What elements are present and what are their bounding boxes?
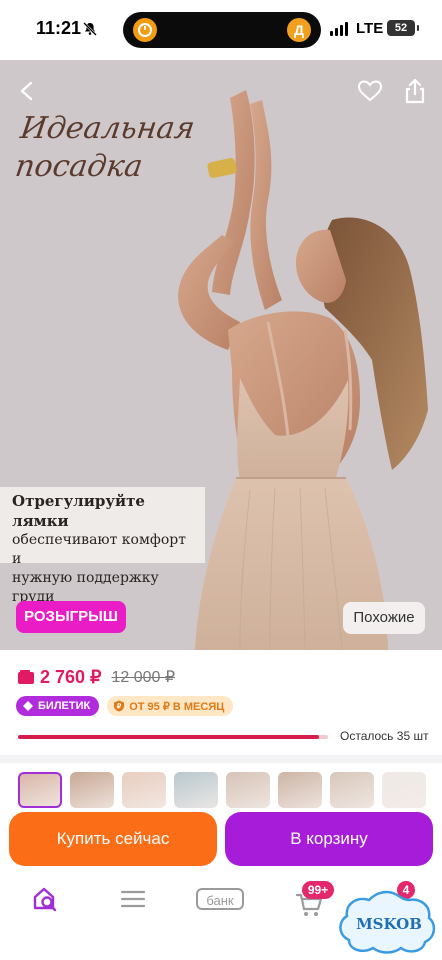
- variant-thumbnail[interactable]: [18, 772, 62, 808]
- ticket-badge[interactable]: БИЛЕТИК: [16, 696, 100, 716]
- nav-home-search[interactable]: [30, 884, 70, 924]
- add-to-cart-button[interactable]: В корзину: [225, 812, 433, 866]
- promo-badges: БИЛЕТИК ₽ ОТ 95 ₽ В МЕСЯЦ: [16, 696, 234, 716]
- variant-thumbnail[interactable]: [70, 772, 114, 808]
- price-row: 2 760 ₽ 12 000 ₽: [18, 666, 175, 688]
- battery-indicator: 52: [387, 20, 419, 36]
- ticket-icon: [23, 701, 33, 711]
- headline-line-2: посадка: [12, 149, 145, 184]
- stock-remaining: Осталось 35 шт: [340, 729, 429, 743]
- muted-bell-icon: [83, 22, 97, 36]
- feature-caption: Отрегулируйте лямки обеспечивают комфорт…: [0, 487, 205, 605]
- variant-thumbnails: [18, 772, 442, 808]
- share-button[interactable]: [400, 76, 430, 106]
- heart-icon: [357, 80, 383, 102]
- section-divider: [0, 755, 442, 763]
- feature-caption-title: Отрегулируйте лямки: [12, 492, 145, 530]
- signal-icon: [330, 22, 348, 36]
- wallet-icon: [18, 670, 34, 684]
- svg-text:₽: ₽: [117, 703, 122, 711]
- buy-now-button[interactable]: Купить сейчас: [9, 812, 217, 866]
- network-type: LTE: [356, 20, 384, 37]
- home-search-icon: [33, 887, 57, 912]
- hero-headline: Идеальная посадка: [13, 110, 197, 186]
- status-time: 11:21: [36, 18, 82, 38]
- dynamic-island: Д: [123, 12, 321, 48]
- variant-thumbnail[interactable]: [174, 772, 218, 808]
- variant-thumbnail[interactable]: [226, 772, 270, 808]
- feature-caption-line-1: обеспечивают комфорт и: [12, 532, 186, 567]
- headline-line-1: Идеальная: [18, 111, 197, 146]
- variant-thumbnail[interactable]: [278, 772, 322, 808]
- timer-icon: [133, 18, 157, 42]
- stock-progress-bar: [18, 735, 328, 739]
- stock-progress-fill: [18, 735, 319, 739]
- status-bar: 11:21 Д LTE 52: [0, 0, 442, 60]
- variant-thumbnail[interactable]: [122, 772, 166, 808]
- raffle-button[interactable]: РОЗЫГРЫШ: [16, 601, 126, 633]
- back-button[interactable]: [12, 76, 42, 106]
- variant-thumbnail[interactable]: [330, 772, 374, 808]
- watermark-text: MSKOB: [356, 915, 422, 933]
- ticket-badge-label: БИЛЕТИК: [38, 700, 91, 712]
- share-icon: [405, 78, 425, 104]
- similar-items-button[interactable]: Похожие: [343, 602, 425, 634]
- nav-bank[interactable]: банк: [196, 888, 244, 910]
- favorite-button[interactable]: [355, 76, 385, 106]
- cart-count-badge: 99+: [302, 881, 334, 899]
- app-activity-icon: Д: [287, 18, 311, 42]
- installment-badge-label: ОТ 95 ₽ В МЕСЯЦ: [129, 700, 225, 713]
- product-image-gallery[interactable]: Идеальная посадка Отрегулируйте лямки об…: [0, 60, 442, 650]
- installment-badge[interactable]: ₽ ОТ 95 ₽ В МЕСЯЦ: [107, 696, 234, 716]
- old-price: 12 000 ₽: [111, 669, 176, 686]
- nav-catalog[interactable]: [118, 884, 158, 924]
- menu-icon: [120, 890, 146, 908]
- chevron-left-icon: [20, 81, 33, 101]
- shield-icon: ₽: [114, 700, 125, 712]
- current-price: 2 760 ₽: [40, 666, 102, 687]
- variant-thumbnail[interactable]: [382, 772, 426, 808]
